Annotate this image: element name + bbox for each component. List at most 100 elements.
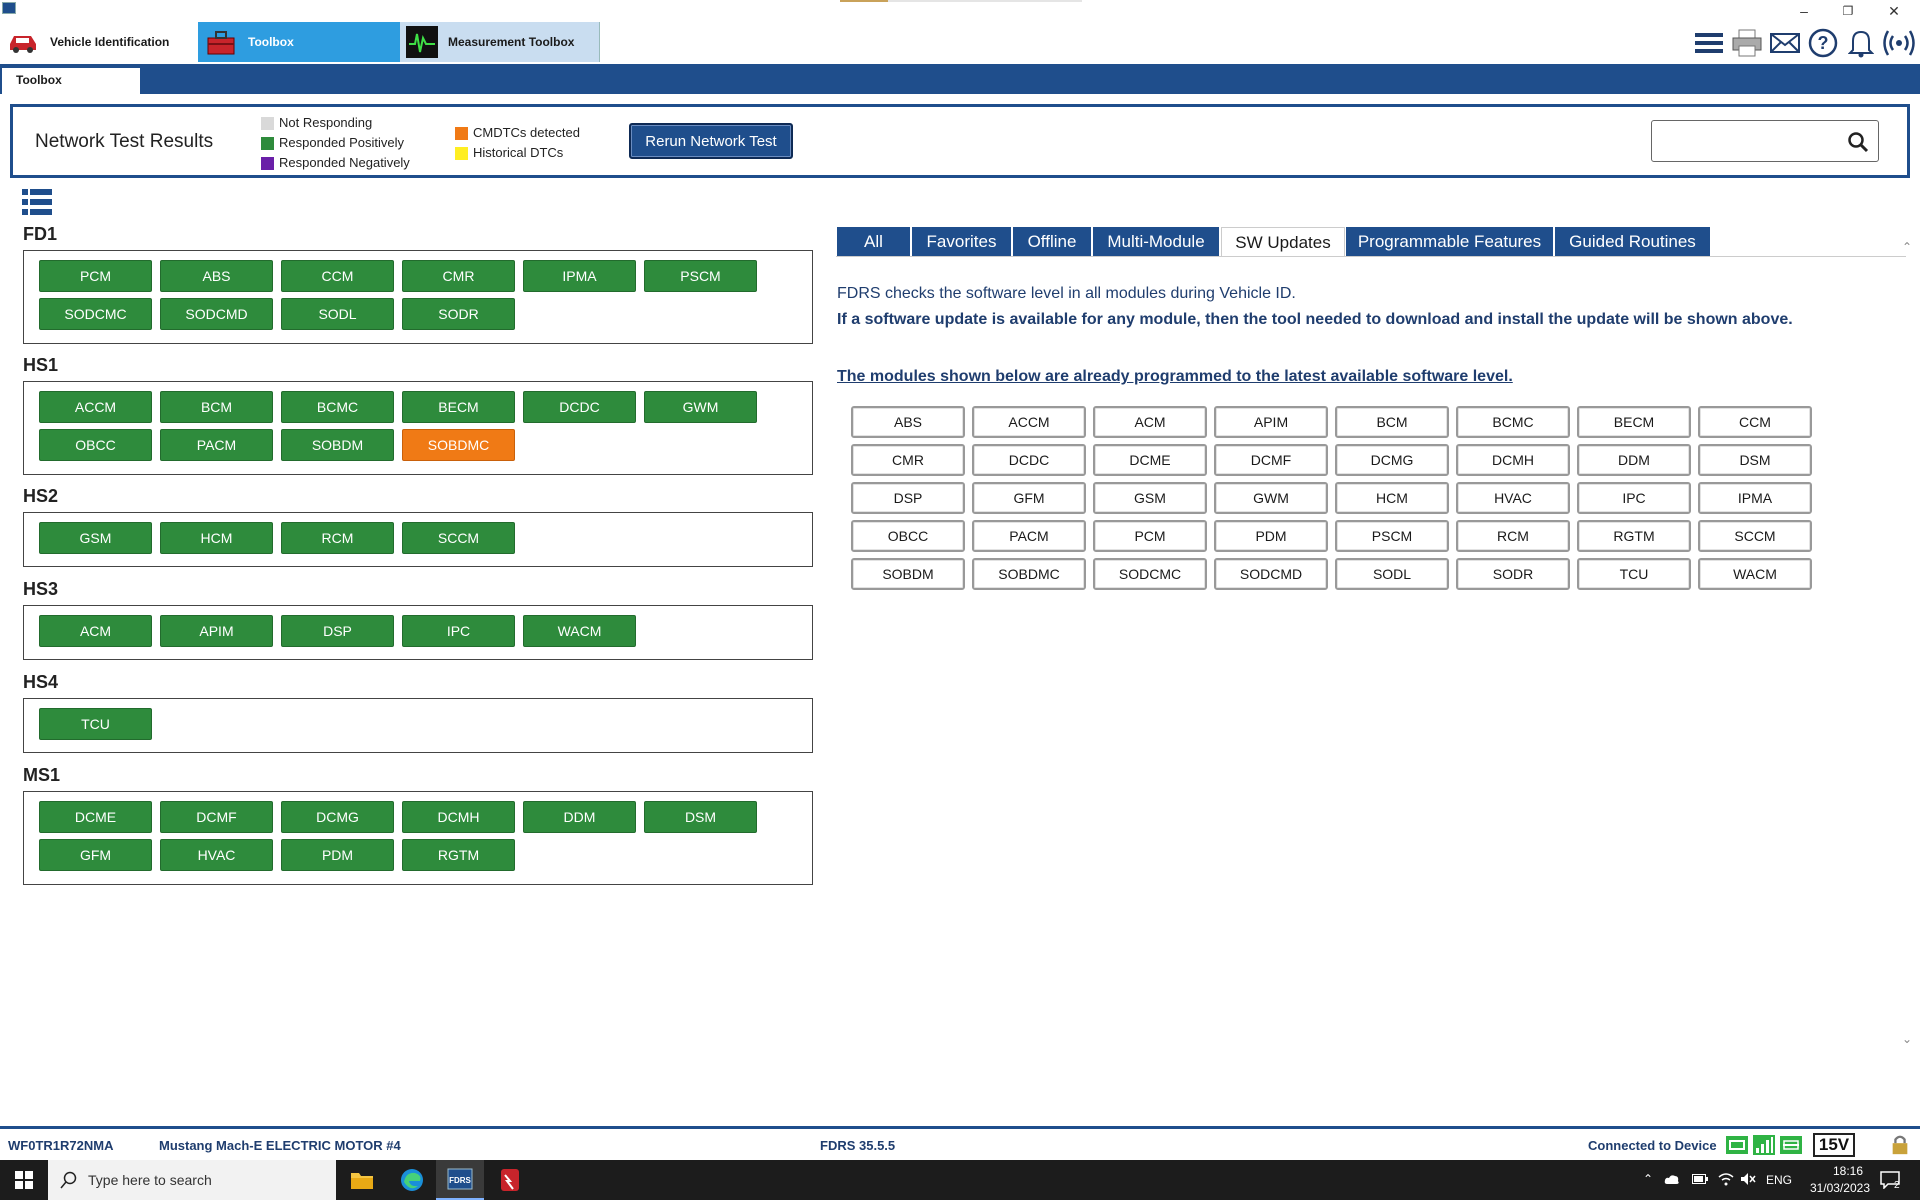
sw-module-dsm[interactable]: DSM xyxy=(1698,444,1812,476)
tab-all[interactable]: All xyxy=(837,227,911,257)
sw-module-rcm[interactable]: RCM xyxy=(1456,520,1570,552)
sw-module-hcm[interactable]: HCM xyxy=(1335,482,1449,514)
module-button-gfm[interactable]: GFM xyxy=(39,839,152,871)
sw-module-dcmg[interactable]: DCMG xyxy=(1335,444,1449,476)
module-button-dsp[interactable]: DSP xyxy=(281,615,394,647)
sw-module-abs[interactable]: ABS xyxy=(851,406,965,438)
sw-module-cmr[interactable]: CMR xyxy=(851,444,965,476)
module-button-pacm[interactable]: PACM xyxy=(160,429,273,461)
sw-module-apim[interactable]: APIM xyxy=(1214,406,1328,438)
taskbar-search[interactable]: Type here to search xyxy=(48,1160,336,1200)
restore-button[interactable]: ❐ xyxy=(1834,2,1862,20)
tab-measurement-toolbox[interactable]: Measurement Toolbox xyxy=(400,22,600,62)
sw-module-rgtm[interactable]: RGTM xyxy=(1577,520,1691,552)
sw-module-dcmf[interactable]: DCMF xyxy=(1214,444,1328,476)
module-button-bcmc[interactable]: BCMC xyxy=(281,391,394,423)
module-button-gsm[interactable]: GSM xyxy=(39,522,152,554)
module-button-acm[interactable]: ACM xyxy=(39,615,152,647)
module-button-tcu[interactable]: TCU xyxy=(39,708,152,740)
module-button-dcmh[interactable]: DCMH xyxy=(402,801,515,833)
module-button-cmr[interactable]: CMR xyxy=(402,260,515,292)
tab-vehicle-identification[interactable]: Vehicle Identification xyxy=(0,22,198,62)
sw-module-sobdmc[interactable]: SOBDMC xyxy=(972,558,1086,590)
sw-module-dcme[interactable]: DCME xyxy=(1093,444,1207,476)
sw-module-pcm[interactable]: PCM xyxy=(1093,520,1207,552)
tab-offline[interactable]: Offline xyxy=(1013,227,1092,257)
module-button-ccm[interactable]: CCM xyxy=(281,260,394,292)
sw-module-ipc[interactable]: IPC xyxy=(1577,482,1691,514)
sw-module-sodl[interactable]: SODL xyxy=(1335,558,1449,590)
diagnostic-tool-app[interactable] xyxy=(486,1160,534,1200)
cloud-icon[interactable] xyxy=(1664,1173,1680,1185)
module-button-pscm[interactable]: PSCM xyxy=(644,260,757,292)
module-button-pdm[interactable]: PDM xyxy=(281,839,394,871)
tab-programmable-features[interactable]: Programmable Features xyxy=(1346,227,1554,257)
tab-multi-module[interactable]: Multi-Module xyxy=(1093,227,1220,257)
scroll-down-icon[interactable]: ⌄ xyxy=(1900,1032,1914,1046)
sw-module-sccm[interactable]: SCCM xyxy=(1698,520,1812,552)
module-button-sccm[interactable]: SCCM xyxy=(402,522,515,554)
sw-module-sodcmd[interactable]: SODCMD xyxy=(1214,558,1328,590)
sw-module-wacm[interactable]: WACM xyxy=(1698,558,1812,590)
module-button-rgtm[interactable]: RGTM xyxy=(402,839,515,871)
sw-module-ipma[interactable]: IPMA xyxy=(1698,482,1812,514)
sw-module-sodcmc[interactable]: SODCMC xyxy=(1093,558,1207,590)
sw-module-gsm[interactable]: GSM xyxy=(1093,482,1207,514)
module-button-dcdc[interactable]: DCDC xyxy=(523,391,636,423)
sw-module-dsp[interactable]: DSP xyxy=(851,482,965,514)
module-button-hcm[interactable]: HCM xyxy=(160,522,273,554)
module-button-dcmg[interactable]: DCMG xyxy=(281,801,394,833)
module-button-obcc[interactable]: OBCC xyxy=(39,429,152,461)
help-icon[interactable]: ? xyxy=(1806,26,1840,60)
scroll-up-icon[interactable]: ⌃ xyxy=(1900,240,1914,254)
volume-muted-icon[interactable] xyxy=(1740,1172,1756,1186)
sw-module-pdm[interactable]: PDM xyxy=(1214,520,1328,552)
tab-sw-updates[interactable]: SW Updates xyxy=(1221,227,1345,257)
module-button-dcme[interactable]: DCME xyxy=(39,801,152,833)
sw-module-pscm[interactable]: PSCM xyxy=(1335,520,1449,552)
wireless-icon[interactable] xyxy=(1882,26,1916,60)
fdrs-app[interactable]: FDRS xyxy=(436,1160,484,1200)
sw-module-ccm[interactable]: CCM xyxy=(1698,406,1812,438)
module-button-sodcmc[interactable]: SODCMC xyxy=(39,298,152,330)
module-button-gwm[interactable]: GWM xyxy=(644,391,757,423)
module-button-dsm[interactable]: DSM xyxy=(644,801,757,833)
sw-module-dcmh[interactable]: DCMH xyxy=(1456,444,1570,476)
file-explorer-app[interactable] xyxy=(338,1160,386,1200)
rerun-network-test-button[interactable]: Rerun Network Test xyxy=(629,123,793,159)
module-button-ipc[interactable]: IPC xyxy=(402,615,515,647)
sw-module-gwm[interactable]: GWM xyxy=(1214,482,1328,514)
tab-toolbox[interactable]: Toolbox xyxy=(198,22,400,62)
module-button-abs[interactable]: ABS xyxy=(160,260,273,292)
menu-icon[interactable] xyxy=(1692,26,1726,60)
module-button-sobdmc[interactable]: SOBDMC xyxy=(402,429,515,461)
tab-favorites[interactable]: Favorites xyxy=(912,227,1012,257)
sw-module-pacm[interactable]: PACM xyxy=(972,520,1086,552)
module-button-accm[interactable]: ACCM xyxy=(39,391,152,423)
sw-module-dcdc[interactable]: DCDC xyxy=(972,444,1086,476)
sw-module-bcmc[interactable]: BCMC xyxy=(1456,406,1570,438)
sw-module-bcm[interactable]: BCM xyxy=(1335,406,1449,438)
mail-icon[interactable] xyxy=(1768,26,1802,60)
module-button-sobdm[interactable]: SOBDM xyxy=(281,429,394,461)
sw-module-sobdm[interactable]: SOBDM xyxy=(851,558,965,590)
module-button-sodr[interactable]: SODR xyxy=(402,298,515,330)
sw-module-accm[interactable]: ACCM xyxy=(972,406,1086,438)
printer-icon[interactable] xyxy=(1730,26,1764,60)
search-input[interactable] xyxy=(1658,127,1828,155)
list-view-icon[interactable] xyxy=(22,188,52,216)
edge-browser-app[interactable] xyxy=(388,1160,436,1200)
minimize-button[interactable]: – xyxy=(1790,2,1818,20)
sw-module-becm[interactable]: BECM xyxy=(1577,406,1691,438)
start-button[interactable] xyxy=(0,1160,48,1200)
tab-guided-routines[interactable]: Guided Routines xyxy=(1555,227,1711,257)
module-button-ddm[interactable]: DDM xyxy=(523,801,636,833)
module-button-ipma[interactable]: IPMA xyxy=(523,260,636,292)
clock-date[interactable]: 31/03/2023 xyxy=(1800,1181,1870,1195)
input-language[interactable]: ENG xyxy=(1766,1173,1792,1187)
module-button-sodl[interactable]: SODL xyxy=(281,298,394,330)
wifi-icon[interactable] xyxy=(1718,1172,1734,1186)
module-button-sodcmd[interactable]: SODCMD xyxy=(160,298,273,330)
module-button-becm[interactable]: BECM xyxy=(402,391,515,423)
sw-module-ddm[interactable]: DDM xyxy=(1577,444,1691,476)
